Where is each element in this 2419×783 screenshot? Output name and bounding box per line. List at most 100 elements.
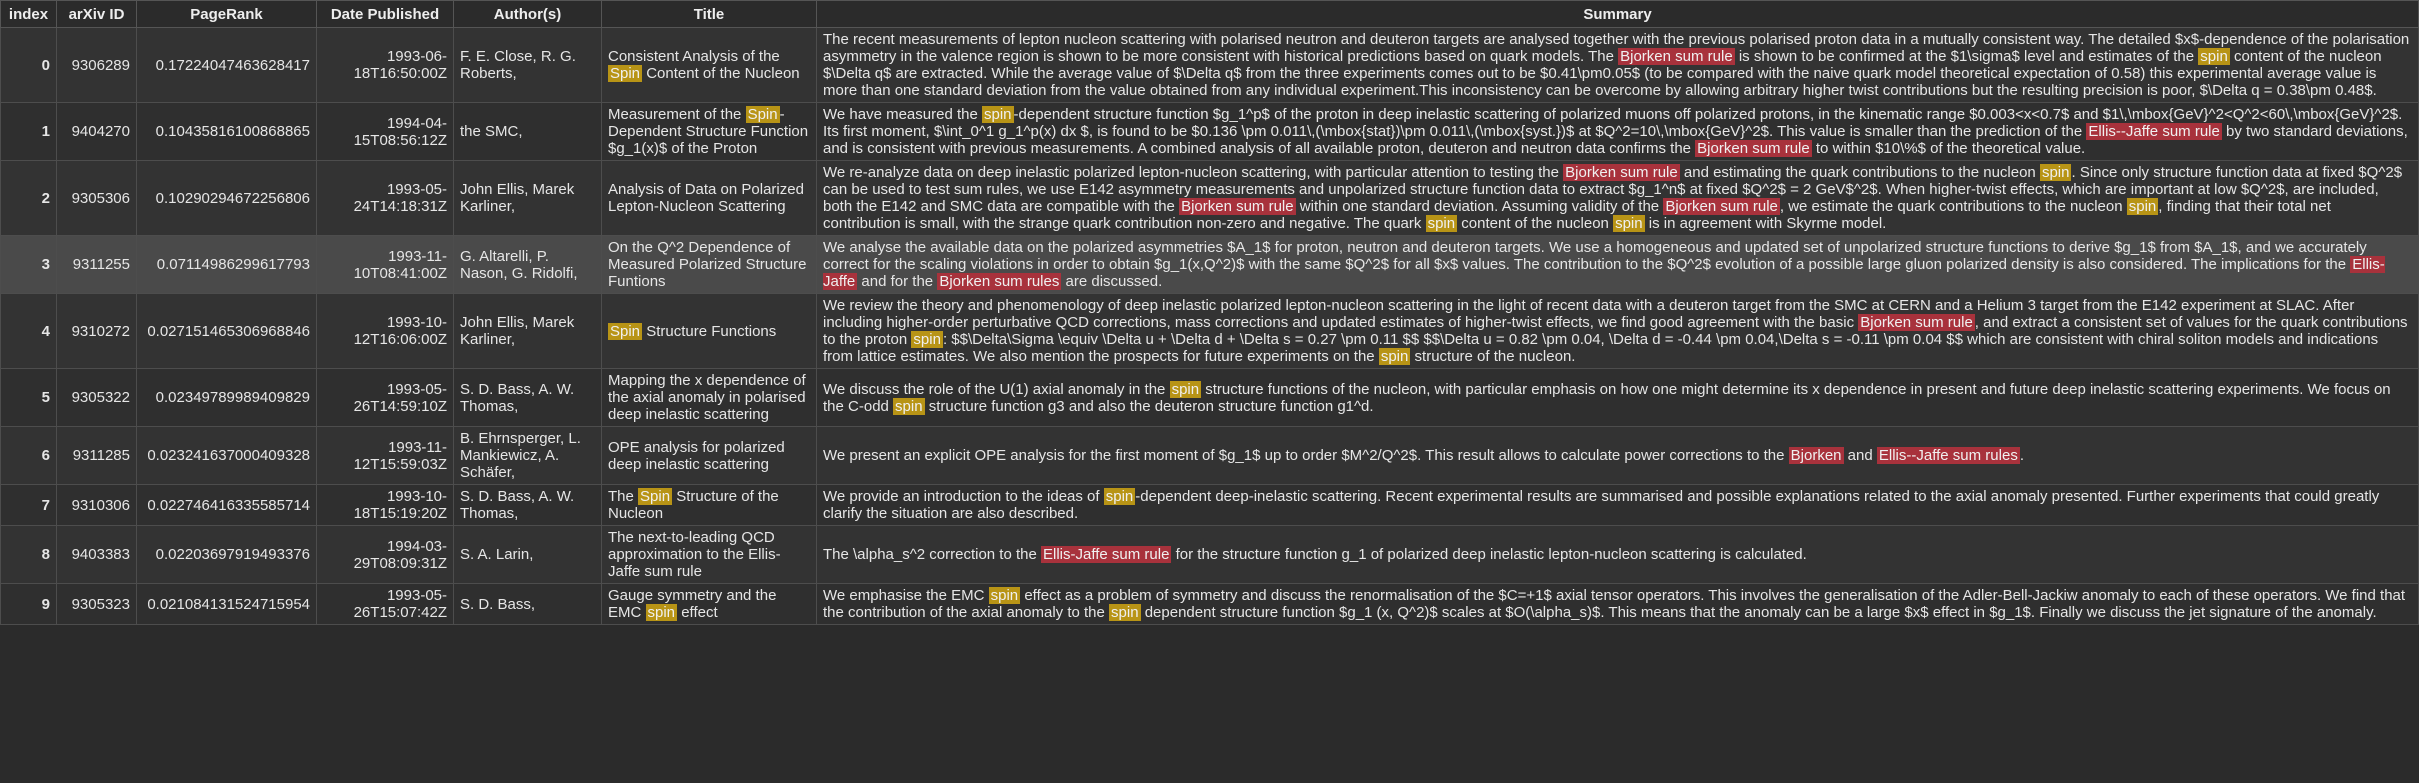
text-segment: and for the (857, 273, 938, 290)
highlight-term: spin (981, 106, 1014, 123)
cell-pagerank: 0.07114986299617793 (136, 235, 317, 294)
table-row[interactable]: 2 9305306 0.10290294672256806 1993-05-24T14… (0, 160, 2419, 236)
cell-arxiv-id: 9310306 (56, 484, 137, 526)
highlight-sum-rule: Ellis--Jaffe sum rules (1876, 447, 2020, 464)
cell-title: Gauge symmetry and the EMC spin effect (601, 583, 817, 625)
text-segment: structure function g3 and also the deute… (924, 397, 1374, 415)
table-row[interactable]: 0 9306289 0.17224047463628417 1993-06-18T16… (0, 27, 2419, 103)
text-segment: Analysis of Data on Polarized Lepton-Nuc… (608, 181, 804, 215)
cell-summary: We provide an introduction to the ideas … (816, 484, 2419, 526)
text-segment: The (608, 488, 639, 505)
highlight-term: spin (645, 604, 678, 621)
cell-authors: G. Altarelli, P. Nason, G. Ridolfi, (453, 235, 602, 294)
cell-summary: The \alpha_s^2 correction to the Ellis-J… (816, 525, 2419, 584)
text-segment: We provide an introduction to the ideas … (823, 488, 1104, 505)
column-header-date-published[interactable]: Date Published (316, 0, 454, 28)
cell-arxiv-id: 9311285 (56, 426, 137, 485)
table-row[interactable]: 7 9310306 0.022746416335585714 1993-10-18T1… (0, 484, 2419, 526)
text-segment: On the Q^2 Dependence of Measured Polari… (608, 239, 807, 290)
text-segment: . (2019, 447, 2024, 464)
table-row[interactable]: 6 9311285 0.023241637000409328 1993-11-12T1… (0, 426, 2419, 485)
text-segment: We re-analyze data on deep inelastic pol… (823, 164, 1564, 181)
highlight-term: spin (1109, 604, 1141, 621)
table-row[interactable]: 8 9403383 0.02203697919493376 1994-03-29T08… (0, 525, 2419, 584)
text-segment: Consistent Analysis of the (608, 48, 780, 65)
table-row[interactable]: 9 9305323 0.021084131524715954 1993-05-26T1… (0, 583, 2419, 625)
cell-summary: We emphasise the EMC spin effect as a pr… (816, 583, 2419, 625)
cell-title: Analysis of Data on Polarized Lepton-Nuc… (601, 160, 817, 236)
text-segment: are discussed. (1061, 273, 1163, 290)
highlight-term: Spin (608, 65, 643, 82)
highlight-sum-rule: Bjorken sum rule (1563, 164, 1680, 181)
column-header-summary[interactable]: Summary (816, 0, 2419, 28)
cell-authors: S. D. Bass, (453, 583, 602, 625)
cell-arxiv-id: 9311255 (56, 235, 137, 294)
cell-title: The next-to-leading QCD approximation to… (601, 525, 817, 584)
highlight-sum-rule: Bjorken sum rule (1179, 198, 1296, 215)
highlight-term: Spin (608, 322, 643, 340)
cell-authors: S. D. Bass, A. W. Thomas, (453, 484, 602, 526)
cell-pagerank: 0.10435816100868865 (136, 102, 317, 161)
cell-summary: We have measured the spin -dependent stru… (816, 102, 2419, 161)
cell-summary: We present an explicit OPE analysis for … (816, 426, 2419, 485)
cell-pagerank: 0.023241637000409328 (136, 426, 317, 485)
text-segment: dependent structure function $g_1 (x, Q^… (1140, 604, 2377, 621)
table-row[interactable]: 5 9305322 0.02349789989409829 1993-05-26T14… (0, 368, 2419, 427)
cell-index: 7 (0, 484, 57, 526)
cell-arxiv-id: 9404270 (56, 102, 137, 161)
table-row[interactable]: 4 9310272 0.027151465306968846 1993-10-12T1… (0, 293, 2419, 369)
cell-arxiv-id: 9305322 (56, 368, 137, 427)
cell-authors: John Ellis, Marek Karliner, (453, 160, 602, 236)
text-segment: We have measured the (823, 106, 982, 123)
cell-summary: The recent measurements of lepton nucleo… (816, 27, 2419, 103)
cell-date-published: 1993-05-26T15:07:42Z (316, 583, 454, 625)
cell-pagerank: 0.17224047463628417 (136, 27, 317, 103)
highlight-term: spin (1378, 348, 1411, 365)
cell-arxiv-id: 9310272 (56, 293, 137, 369)
cell-authors: B. Ehrnsperger, L. Mankiewicz, A. Schäfe… (453, 426, 602, 485)
highlight-term: Spin (745, 106, 780, 123)
cell-arxiv-id: 9403383 (56, 525, 137, 584)
column-header-title[interactable]: Title (601, 0, 817, 28)
highlight-term: spin (1613, 215, 1645, 232)
cell-index: 0 (0, 27, 57, 103)
cell-arxiv-id: 9305306 (56, 160, 137, 236)
cell-title: The Spin Structure of the Nucleon (601, 484, 817, 526)
table-row[interactable]: 3 9311255 0.07114986299617793 1993-11-10T08… (0, 235, 2419, 294)
cell-date-published: 1993-05-26T14:59:10Z (316, 368, 454, 427)
cell-index: 5 (0, 368, 57, 427)
text-segment: is shown to be confirmed at the $1\sigma… (1734, 48, 2199, 65)
text-segment: The next-to-leading QCD approximation to… (608, 529, 781, 580)
results-table: index arXiv ID PageRank Date Published A… (0, 0, 2419, 625)
cell-authors: S. D. Bass, A. W. Thomas, (453, 368, 602, 427)
cell-pagerank: 0.02203697919493376 (136, 525, 317, 584)
highlight-term: spin (988, 587, 1021, 604)
text-segment: and estimating the quark contributions t… (1679, 164, 2040, 181)
highlight-sum-rule: Bjorken sum rule (1618, 48, 1735, 65)
text-segment: : $$\Delta\Sigma \equiv \Delta u + \Delt… (823, 331, 2379, 365)
column-header-authors[interactable]: Author(s) (453, 0, 602, 28)
column-header-pagerank[interactable]: PageRank (136, 0, 317, 28)
highlight-sum-rule: Bjorken sum rule (1695, 140, 1812, 157)
column-header-index[interactable]: index (0, 0, 57, 28)
text-segment: , we estimate the quark contributions to… (1779, 198, 2127, 215)
cell-index: 6 (0, 426, 57, 485)
cell-title: Measurement of the Spin -Dependent Struct… (601, 102, 817, 161)
highlight-term: Spin (638, 488, 673, 505)
cell-title: OPE analysis for polarized deep inelasti… (601, 426, 817, 485)
cell-date-published: 1993-10-12T16:06:00Z (316, 293, 454, 369)
highlight-sum-rule: Ellis--Jaffe sum rule (2086, 123, 2222, 140)
cell-date-published: 1993-10-18T15:19:20Z (316, 484, 454, 526)
cell-title: On the Q^2 Dependence of Measured Polari… (601, 235, 817, 294)
cell-summary: We discuss the role of the U(1) axial an… (816, 368, 2419, 427)
cell-index: 3 (0, 235, 57, 294)
cell-summary: We review the theory and phenomenology o… (816, 293, 2419, 369)
cell-index: 2 (0, 160, 57, 236)
text-segment: effect (677, 604, 718, 621)
column-header-arxiv-id[interactable]: arXiv ID (56, 0, 137, 28)
cell-date-published: 1993-05-24T14:18:31Z (316, 160, 454, 236)
table-row[interactable]: 1 9404270 0.10435816100868865 1994-04-15T08… (0, 102, 2419, 161)
highlight-sum-rule: Bjorken sum rule (1663, 198, 1780, 215)
text-segment: is in agreement with Skyrme model. (1644, 215, 1887, 232)
cell-date-published: 1993-06-18T16:50:00Z (316, 27, 454, 103)
